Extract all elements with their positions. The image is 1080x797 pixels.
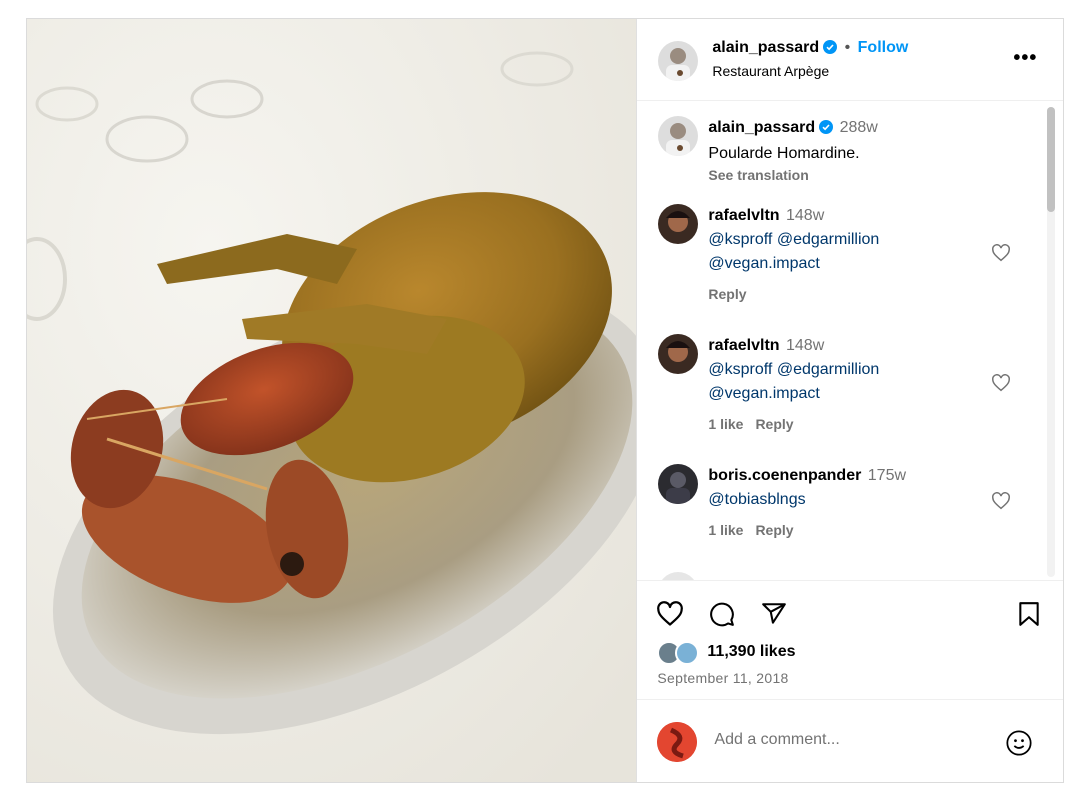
post-sidebar: alain_passard • Follow Restaurant Arpège… [636, 19, 1064, 782]
save-bookmark-icon[interactable] [1017, 601, 1041, 627]
separator-dot: • [844, 39, 851, 56]
post-photo[interactable] [27, 19, 637, 782]
emoji-icon[interactable] [1005, 729, 1033, 757]
comment-time[interactable]: 175w [868, 467, 906, 484]
post-dialog: alain_passard • Follow Restaurant Arpège… [26, 18, 1064, 783]
verified-icon [823, 40, 838, 59]
comment-mentions[interactable]: @tobiasblngs [708, 488, 906, 512]
commenter-avatar[interactable] [658, 334, 699, 374]
comment-like-icon[interactable] [991, 374, 1011, 392]
caption-text: Poularde Homardine. [708, 145, 860, 162]
post-actions: 11,390 likes September 11, 2018 [637, 580, 1064, 694]
caption-time[interactable]: 288w [840, 119, 878, 136]
post-location[interactable]: Restaurant Arpège [712, 63, 829, 79]
commenter-avatar[interactable] [658, 572, 699, 580]
comment-username[interactable]: rafaelvltn [708, 207, 779, 224]
commenter-avatar[interactable] [658, 464, 699, 504]
comment-username[interactable]: boris.coenenpander [708, 467, 861, 484]
caption-username[interactable]: alain_passard [708, 119, 815, 136]
comment-time[interactable]: 148w [786, 337, 824, 354]
comment-mentions[interactable]: @vegan.impact [708, 252, 879, 276]
like-heart-icon[interactable] [656, 601, 684, 627]
roast-chicken-lobster-image [27, 19, 637, 782]
current-user-avatar [657, 722, 698, 762]
comment-meta: 1 like Reply [708, 412, 879, 436]
add-comment-input[interactable] [714, 731, 985, 749]
comment-username[interactable]: rafaelvltn [708, 337, 779, 354]
reply-button[interactable]: Reply [755, 522, 793, 538]
see-translation-link[interactable]: See translation [708, 166, 877, 184]
scrollbar-thumb[interactable] [1047, 107, 1056, 212]
comment-mentions[interactable]: @vegan.impact [708, 382, 879, 406]
verified-icon [819, 118, 834, 142]
post-date[interactable]: September 11, 2018 [657, 670, 788, 686]
comment-likes-count[interactable]: 1 like [708, 522, 743, 538]
header-line: alain_passard • Follow [712, 39, 908, 59]
comment-meta: 1 like Reply [708, 518, 906, 542]
commenter-avatar[interactable] [658, 204, 699, 244]
caption-avatar[interactable] [658, 116, 699, 156]
post-header: alain_passard • Follow Restaurant Arpège… [637, 19, 1064, 101]
comment-meta: Reply [708, 282, 879, 306]
comment-like-icon[interactable] [991, 244, 1011, 262]
reply-button[interactable]: Reply [755, 416, 793, 432]
comments-scrollbar[interactable] [1047, 107, 1056, 577]
author-avatar[interactable] [658, 41, 699, 81]
reply-button[interactable]: Reply [708, 286, 746, 302]
follow-button[interactable]: Follow [858, 39, 909, 56]
liker-avatar [675, 641, 700, 665]
liker-avatars[interactable] [657, 641, 703, 667]
author-username[interactable]: alain_passard [712, 39, 819, 56]
comment-likes-count[interactable]: 1 like [708, 416, 743, 432]
comment-icon[interactable] [708, 601, 736, 627]
comment-like-icon[interactable] [991, 492, 1011, 510]
comment-mentions[interactable]: @ksproff @edgarmillion [708, 228, 879, 252]
comment-time[interactable]: 148w [786, 207, 824, 224]
share-icon[interactable] [760, 601, 788, 627]
comments-list[interactable]: alain_passard 288w Poularde Homardine. S… [637, 102, 1063, 580]
comment-mentions[interactable]: @ksproff @edgarmillion [708, 358, 879, 382]
likes-count[interactable]: 11,390 likes [707, 643, 795, 661]
add-comment-bar [637, 699, 1064, 782]
more-options-icon[interactable]: ••• [1013, 47, 1037, 70]
